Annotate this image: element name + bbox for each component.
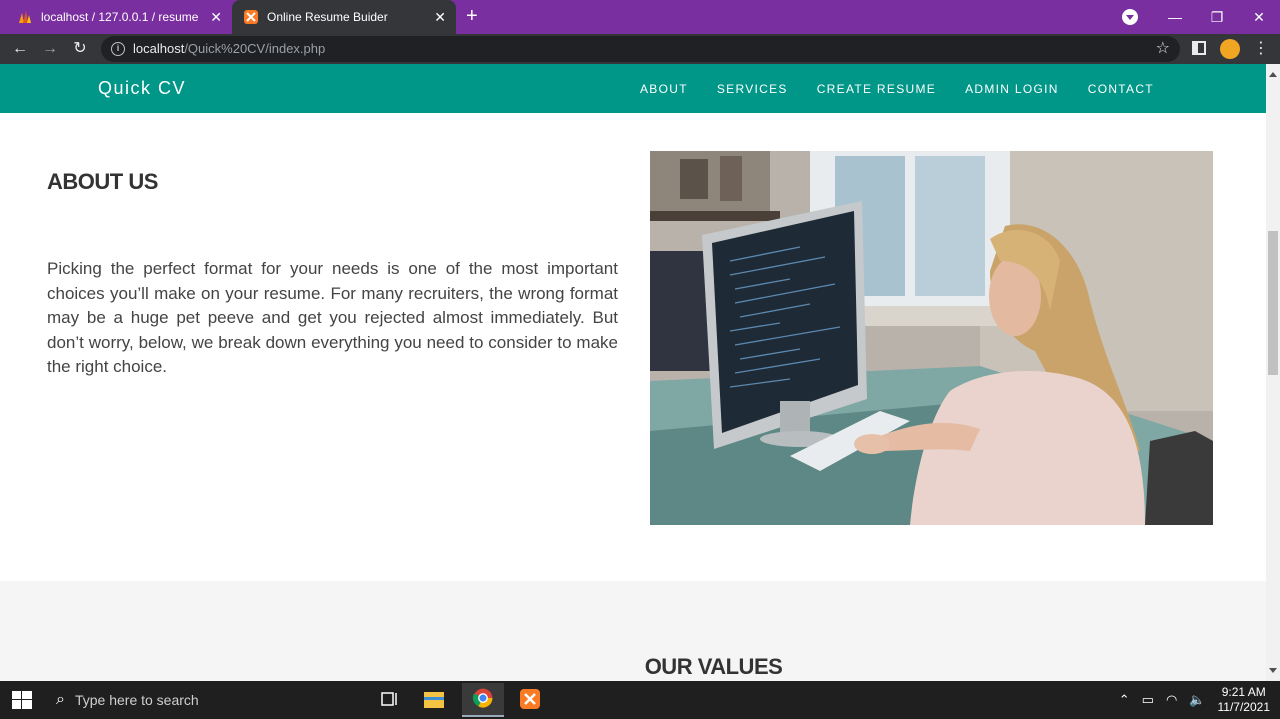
battery-icon[interactable]: ▭ — [1142, 692, 1154, 708]
nav-about[interactable]: ABOUT — [640, 82, 688, 96]
page-viewport: Quick CV ABOUT SERVICES CREATE RESUME AD… — [0, 64, 1266, 681]
side-panel-icon[interactable] — [1192, 41, 1206, 55]
values-section: OUR VALUES — [0, 581, 1266, 681]
search-placeholder: Type here to search — [74, 692, 199, 708]
tab-search-icon[interactable] — [1122, 9, 1138, 25]
url-path: /Quick%20CV/index.php — [184, 41, 326, 56]
taskbar-search[interactable]: ⌕ Type here to search — [48, 681, 368, 719]
file-explorer-icon[interactable] — [413, 683, 455, 717]
taskbar-clock[interactable]: 9:21 AM 11/7/2021 — [1218, 685, 1271, 715]
restore-icon[interactable]: ❐ — [1196, 9, 1238, 26]
tab-title: localhost / 127.0.0.1 / resume / a — [41, 10, 201, 24]
scroll-up-icon[interactable] — [1269, 72, 1277, 77]
browser-toolbar: ← → ↻ i localhost/Quick%20CV/index.php ☆ — [0, 34, 1280, 64]
bookmark-star-icon[interactable]: ☆ — [1156, 38, 1170, 58]
clock-date: 11/7/2021 — [1217, 700, 1271, 714]
site-nav-links: ABOUT SERVICES CREATE RESUME ADMIN LOGIN… — [640, 82, 1183, 96]
nav-services[interactable]: SERVICES — [717, 82, 788, 96]
profile-avatar[interactable] — [1220, 39, 1240, 59]
minimize-icon[interactable]: — — [1154, 9, 1196, 25]
reload-icon[interactable]: ↻ — [69, 38, 91, 60]
site-info-icon[interactable]: i — [111, 42, 125, 56]
back-icon[interactable]: ← — [9, 38, 31, 60]
values-title: OUR VALUES — [644, 654, 783, 679]
nav-contact[interactable]: CONTACT — [1088, 82, 1154, 96]
xampp-icon — [244, 10, 258, 24]
chrome-icon[interactable] — [462, 683, 504, 717]
window-controls: — ❐ ✕ — [1154, 0, 1280, 34]
about-photo — [650, 151, 1213, 525]
phpmyadmin-icon — [19, 11, 31, 23]
tray-chevron-icon[interactable]: ⌃ — [1119, 692, 1130, 708]
scroll-down-icon[interactable] — [1269, 668, 1277, 673]
nav-create-resume[interactable]: CREATE RESUME — [817, 82, 936, 96]
close-tab-icon[interactable]: ✕ — [434, 9, 446, 26]
task-view-icon[interactable] — [369, 683, 411, 717]
clock-time: 9:21 AM — [1221, 685, 1266, 699]
browser-menu-icon[interactable]: ⋮ — [1253, 38, 1269, 58]
site-brand[interactable]: Quick CV — [98, 78, 186, 99]
tab-online-resume-builder[interactable]: Online Resume Buider ✕ — [232, 0, 456, 34]
url-host: localhost — [133, 41, 185, 56]
nav-admin-login[interactable]: ADMIN LOGIN — [965, 82, 1059, 96]
windows-start-icon[interactable] — [12, 691, 32, 709]
browser-tab-strip: localhost / 127.0.0.1 / resume / a ✕ Onl… — [0, 0, 1280, 34]
close-tab-icon[interactable]: ✕ — [210, 9, 222, 26]
forward-icon[interactable]: → — [39, 38, 61, 60]
scroll-thumb[interactable] — [1268, 231, 1278, 375]
search-icon: ⌕ — [56, 691, 65, 708]
volume-icon[interactable]: 🔈 — [1189, 692, 1205, 708]
wifi-icon[interactable]: ◠ — [1166, 692, 1177, 708]
new-tab-icon[interactable]: + — [466, 5, 478, 28]
address-bar[interactable]: i localhost/Quick%20CV/index.php ☆ — [101, 36, 1180, 62]
about-title: ABOUT US — [47, 169, 158, 194]
about-body: Picking the perfect format for your need… — [47, 259, 618, 376]
xampp-taskbar-icon[interactable] — [509, 683, 551, 717]
windows-taskbar: ⌕ Type here to search ⌃ ▭ ◠ 🔈 9:21 AM 11… — [0, 681, 1280, 719]
woman-at-computer-image — [650, 151, 1213, 525]
tab-title: Online Resume Buider — [267, 10, 388, 24]
page-scrollbar[interactable] — [1266, 64, 1280, 681]
system-tray: ⌃ ▭ ◠ 🔈 9:21 AM 11/7/2021 — [1119, 681, 1280, 719]
site-navbar: Quick CV ABOUT SERVICES CREATE RESUME AD… — [0, 64, 1266, 113]
window-close-icon[interactable]: ✕ — [1238, 9, 1280, 26]
tab-phpmyadmin[interactable]: localhost / 127.0.0.1 / resume / a ✕ — [0, 0, 232, 34]
url-text: localhost/Quick%20CV/index.php — [133, 41, 325, 56]
